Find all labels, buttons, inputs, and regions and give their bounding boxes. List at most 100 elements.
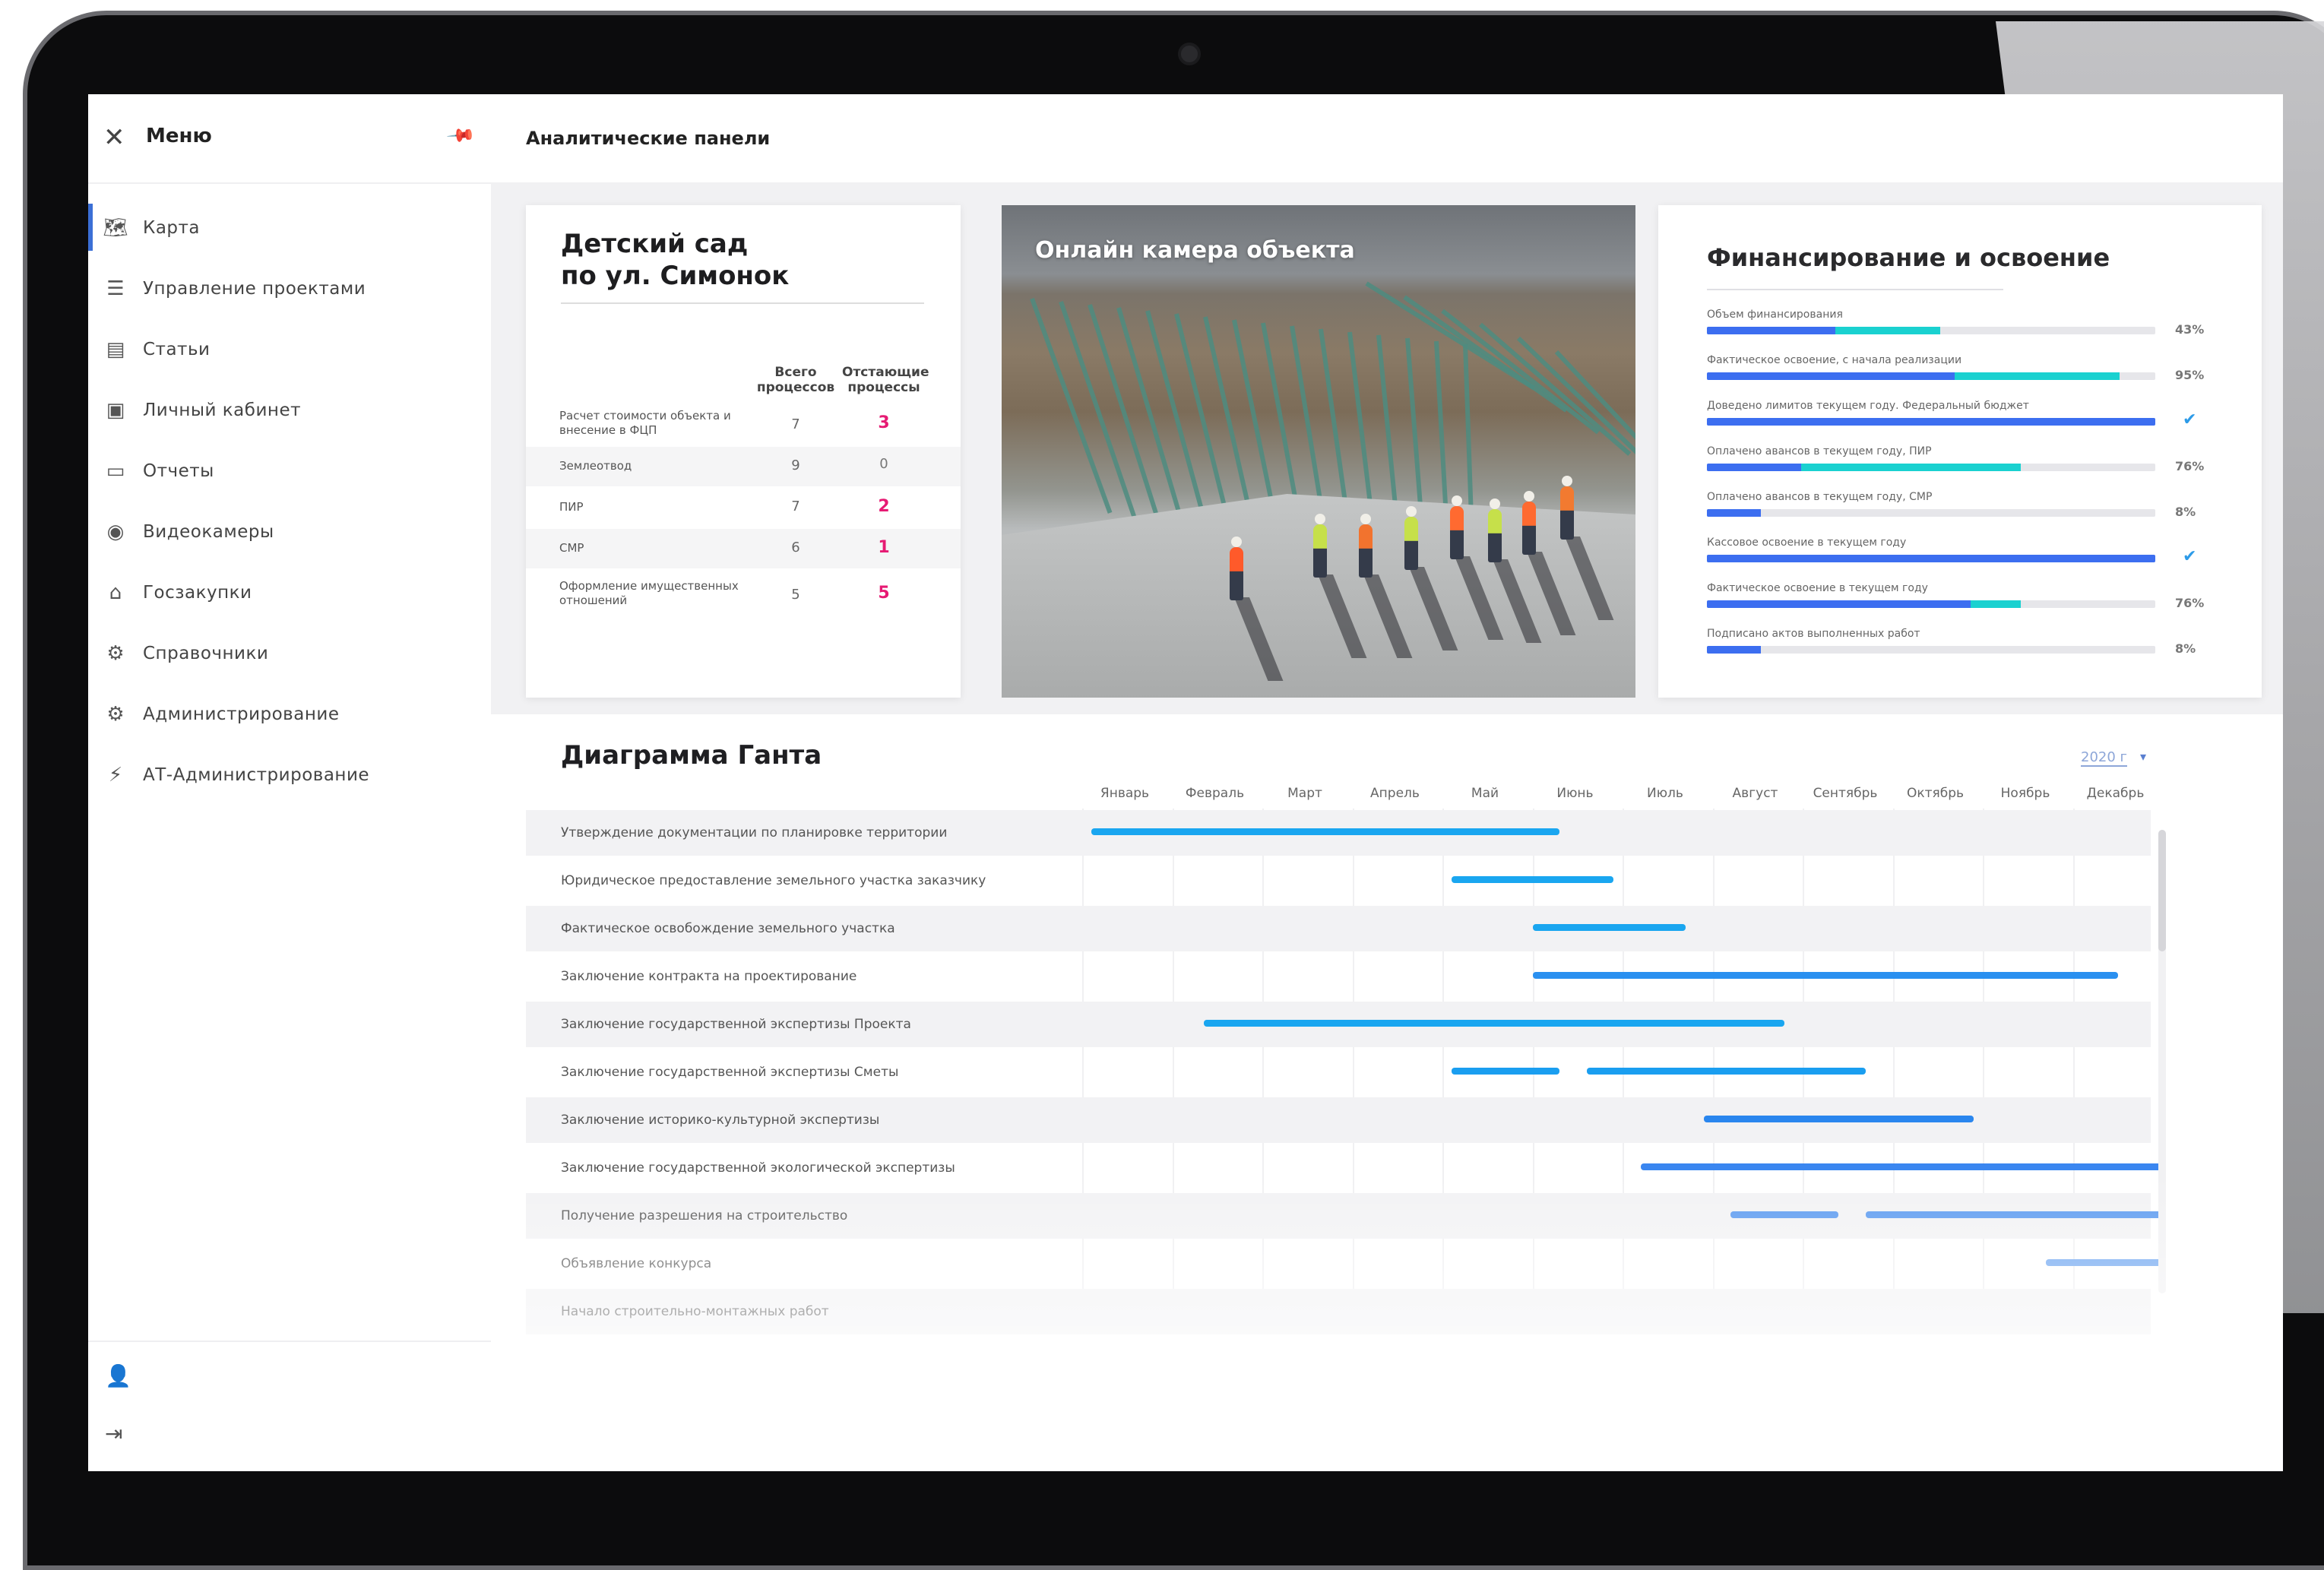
gantt-bar[interactable] [1091, 828, 1560, 835]
gantt-row[interactable]: Объявление конкурса [526, 1241, 2151, 1287]
gantt-bar[interactable] [1451, 1068, 1560, 1075]
worker [1450, 495, 1464, 559]
gantt-task-label: Заключение историко-культурной экспертиз… [561, 1113, 880, 1128]
divider [1707, 289, 2003, 290]
sidebar-item[interactable]: ⌂ Госзакупки [88, 562, 491, 623]
progress-track [1707, 464, 2155, 471]
sidebar-item[interactable]: ⚙ Администрирование [88, 684, 491, 745]
close-icon[interactable]: ✕ [103, 125, 125, 150]
gantt-row[interactable]: Фактическое освобождение земельного учас… [526, 906, 2151, 951]
logout-icon[interactable]: ⇥ [105, 1421, 122, 1446]
finance-row: Объем финансирования 43% [1707, 309, 2269, 351]
gantt-bar[interactable] [1640, 1163, 2163, 1170]
process-name: Расчет стоимости объекта и внесение в ФЦ… [559, 409, 731, 437]
finance-title: Финансирование и освоение [1707, 243, 2110, 272]
process-total: 9 [791, 457, 800, 473]
month-label: Сентябрь [1813, 786, 1878, 801]
camera-title: Онлайн камера объекта [1035, 237, 1355, 264]
process-name: ПИР [559, 500, 584, 514]
camera-icon: ◉ [106, 521, 125, 543]
sidebar-item[interactable]: ▭ Отчеты [88, 441, 491, 502]
year-select[interactable]: 2020 г [2081, 749, 2127, 767]
process-lagging: 2 [878, 497, 890, 516]
month-label: Декабрь [2086, 786, 2145, 801]
gantt-bar[interactable] [2045, 1259, 2163, 1266]
sidebar-item[interactable]: ▣ Личный кабинет [88, 380, 491, 441]
pin-icon[interactable]: 📌 [445, 120, 477, 151]
sidebar-item[interactable]: ⚡ АТ-Администрирование [88, 745, 491, 806]
progress-fill [1707, 327, 1940, 334]
article-icon: ▤ [106, 338, 125, 361]
process-total: 6 [791, 540, 800, 556]
process-name: СМР [559, 541, 584, 555]
worker [1404, 506, 1418, 570]
finance-label: Доведено лимитов текущем году. Федеральн… [1707, 400, 2029, 412]
progress-fill [1707, 646, 1761, 654]
gantt-row[interactable]: Заключение государственной экспертизы См… [526, 1049, 2151, 1095]
sidebar-item-label: Личный кабинет [143, 400, 301, 420]
user-icon[interactable]: 👤 [105, 1363, 131, 1388]
worker [1522, 491, 1536, 555]
sidebar-header: ✕ Меню 📌 [88, 94, 491, 184]
finance-row: Доведено лимитов текущем году. Федеральн… [1707, 400, 2269, 442]
main-header: Аналитические панели [491, 94, 2283, 184]
finance-value: 8% [2175, 505, 2196, 519]
chevron-down-icon[interactable]: ▾ [2140, 749, 2146, 764]
folder-icon: ▭ [106, 460, 125, 483]
worker [1230, 537, 1243, 600]
project-title-line1: Детский сад [561, 229, 749, 259]
sidebar-item-label: Управление проектами [143, 279, 366, 299]
table-row: ПИР 7 2 [526, 488, 961, 527]
finance-value: 95% [2175, 368, 2205, 382]
gantt-bar[interactable] [1865, 1211, 2163, 1218]
gantt-bar[interactable] [1532, 972, 2118, 979]
sidebar-item[interactable]: 🗺 Карта [88, 198, 491, 258]
month-label: Апрель [1370, 786, 1420, 801]
gantt-title: Диаграмма Ганта [561, 740, 822, 771]
month-label: Ноябрь [2000, 786, 2050, 801]
gantt-bar[interactable] [1586, 1068, 1866, 1075]
webcam [1178, 43, 1201, 65]
gantt-bar[interactable] [1203, 1020, 1785, 1027]
gantt-scrollbar[interactable] [2158, 830, 2166, 1293]
gantt-bar[interactable] [1730, 1211, 1839, 1218]
gantt-bar[interactable] [1532, 924, 1686, 931]
gantt-task-label: Заключение государственной экспертизы Пр… [561, 1017, 911, 1032]
gantt-bar[interactable] [1451, 876, 1614, 883]
process-name: Землеотвод [559, 459, 632, 473]
gantt-row[interactable]: Юридическое предоставление земельного уч… [526, 858, 2151, 904]
progress-fill [1707, 509, 1761, 517]
admin-icon: ⚙ [106, 703, 125, 726]
map-icon: 🗺 [103, 217, 128, 239]
gantt-task-label: Заключение государственной экспертизы См… [561, 1065, 899, 1080]
gantt-task-label: Утверждение документации по планировке т… [561, 825, 948, 840]
finance-row: Оплачено авансов в текущем году, ПИР 76% [1707, 445, 2269, 488]
table-row: Землеотвод 9 0 [526, 447, 961, 486]
sidebar-item-label: Отчеты [143, 461, 214, 481]
finance-value: 76% [2175, 459, 2205, 473]
bolt-icon: ⚡ [108, 764, 123, 787]
process-total: 5 [791, 587, 800, 603]
month-label: Февраль [1185, 786, 1245, 801]
process-lagging: 5 [878, 584, 890, 603]
progress-track [1707, 646, 2155, 654]
sidebar-item[interactable]: ⚙ Справочники [88, 623, 491, 684]
camera-feed[interactable]: Онлайн камера объекта [1002, 205, 1635, 698]
sidebar-item[interactable]: ☰ Управление проектами [88, 258, 491, 319]
sidebar-item[interactable]: ◉ Видеокамеры [88, 502, 491, 562]
worker [1488, 499, 1502, 562]
sidebar: ✕ Меню 📌 🗺 Карта ☰ Управление проектами ▤ Ста… [88, 94, 492, 1471]
app-screen: ✕ Меню 📌 🗺 Карта ☰ Управление проектами ▤ Ста… [88, 94, 2283, 1471]
gantt-bar[interactable] [1703, 1116, 1974, 1122]
sidebar-item-label: АТ-Администрирование [143, 765, 370, 785]
finance-label: Оплачено авансов в текущем году, ПИР [1707, 445, 1932, 457]
month-label: Август [1732, 786, 1778, 801]
process-lagging: 3 [878, 413, 890, 432]
gantt-row[interactable]: Начало строительно-монтажных работ [526, 1289, 2151, 1334]
table-row: СМР 6 1 [526, 529, 961, 568]
sidebar-footer: 👤 ⇥ [88, 1341, 491, 1471]
sidebar-item[interactable]: ▤ Статьи [88, 319, 491, 380]
worker [1313, 514, 1327, 578]
scrollbar-thumb[interactable] [2158, 830, 2166, 951]
finance-row: Фактическое освоение в текущем году 76% [1707, 582, 2269, 625]
